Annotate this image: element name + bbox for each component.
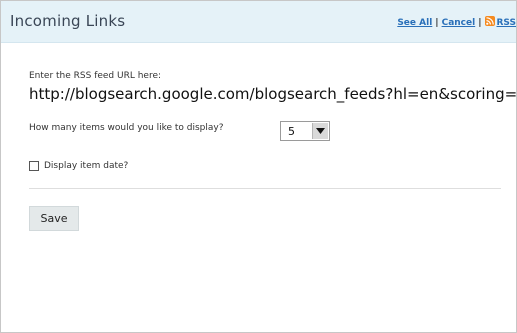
feed-url-label: Enter the RSS feed URL here:	[29, 71, 162, 81]
widget-title: Incoming Links	[10, 12, 126, 30]
rss-link[interactable]: RSS	[497, 18, 517, 28]
save-button[interactable]: Save	[29, 206, 79, 231]
incoming-links-widget: Incoming Links See All | Cancel | RSS Enter …	[0, 0, 517, 333]
separator: |	[478, 18, 482, 28]
divider	[29, 188, 501, 189]
items-count-select[interactable]: 5	[280, 121, 330, 141]
feed-url-input[interactable]	[29, 85, 516, 103]
rss-feed-icon[interactable]	[484, 16, 495, 26]
header-actions: See All | Cancel | RSS	[397, 16, 516, 28]
cancel-link[interactable]: Cancel	[442, 18, 476, 28]
separator: |	[435, 18, 439, 28]
display-date-checkbox[interactable]	[29, 161, 39, 171]
see-all-link[interactable]: See All	[397, 18, 432, 28]
items-count-label: How many items would you like to display…	[29, 123, 224, 133]
widget-header: Incoming Links See All | Cancel | RSS	[1, 1, 516, 43]
items-count-value: 5	[288, 125, 295, 138]
display-date-label: Display item date?	[44, 161, 129, 171]
chevron-down-icon[interactable]	[312, 123, 328, 139]
